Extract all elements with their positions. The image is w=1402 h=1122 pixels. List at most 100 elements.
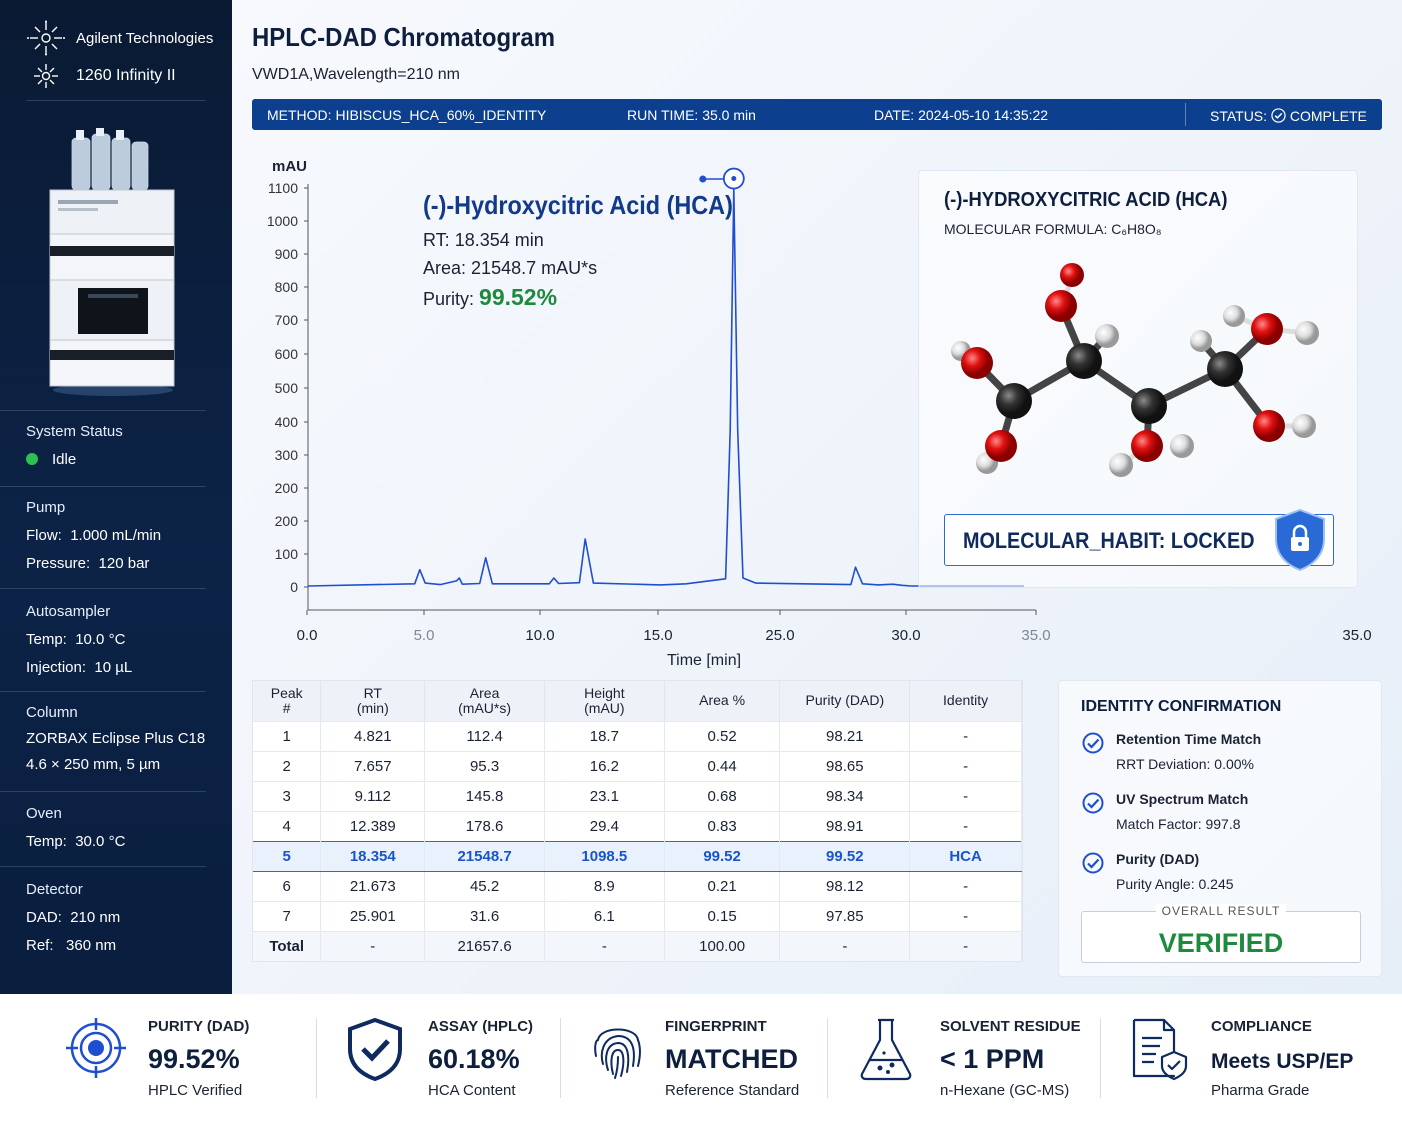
table-row[interactable]: 1 4.821 112.4 18.7 0.52 98.21- <box>253 720 1022 751</box>
table-cell: 5 <box>253 840 322 872</box>
brand-row: Agilent Technologies <box>26 20 213 56</box>
table-cell: - <box>909 720 1022 751</box>
pressure-label: Pressure: <box>26 555 91 572</box>
flow-value: 1.000 mL/min <box>70 527 162 544</box>
date-info: DATE: 2024-05-10 14:35:22 <box>874 107 1048 123</box>
divider <box>0 486 206 487</box>
flow-label: Flow: <box>26 527 62 544</box>
autosampler-section: Autosampler Temp: 10.0 °C Injection: 10 … <box>26 598 132 682</box>
table-row[interactable]: 6 21.673 45.2 8.9 0.21 98.12- <box>253 870 1022 901</box>
table-row[interactable]: 4 12.389 178.6 29.4 0.83 98.91- <box>253 810 1022 841</box>
table-cell: 0.44 <box>664 750 781 781</box>
chromatogram-trace <box>307 187 1024 587</box>
table-cell: 0.15 <box>664 900 781 931</box>
injection-value: 10 µL <box>94 659 133 676</box>
table-cell: 2 <box>253 750 322 781</box>
pump-title: Pump <box>26 499 66 516</box>
table-cell: 18.7 <box>544 720 665 751</box>
divider <box>26 100 206 101</box>
autosampler-temp-value: 10.0 °C <box>75 631 126 648</box>
y-tick-label: 600 <box>275 346 299 362</box>
table-cell: - <box>779 930 911 961</box>
table-header-cell: Identity <box>909 681 1022 721</box>
table-cell: 21657.6 <box>424 930 545 961</box>
table-row[interactable]: 5 18.354 21548.7 1098.5 99.52 99.52 HCA <box>253 840 1022 872</box>
table-cell: 98.21 <box>779 720 911 751</box>
identity-item-detail: Purity Angle: 0.245 <box>1116 876 1234 892</box>
identity-item-title: Purity (DAD) <box>1116 851 1200 867</box>
peak-purity-label: Purity: <box>423 289 475 309</box>
molecule-3d-model <box>951 263 1319 477</box>
molecule-formula: MOLECULAR FORMULA: C₆H8O₈ <box>944 221 1162 237</box>
table-cell: 3 <box>253 780 322 811</box>
table-cell: 21.673 <box>320 870 426 901</box>
overall-result-box: OVERALL RESULT VERIFIED <box>1081 904 1361 963</box>
x-tick-label: 35.0 <box>1021 627 1050 644</box>
table-cell: 8.9 <box>544 870 665 901</box>
table-cell: 1 <box>253 720 322 751</box>
peak-area-value: 21548.7 mAU*s <box>471 258 598 278</box>
y-tick-label: 1100 <box>268 180 298 196</box>
table-row[interactable]: Total -21657.6-100.00- - <box>253 930 1022 961</box>
table-cell: 45.2 <box>424 870 545 901</box>
identity-item-detail: Match Factor: 997.8 <box>1116 816 1241 832</box>
table-cell: 16.2 <box>544 750 665 781</box>
y-tick-label: 1000 <box>267 213 298 229</box>
footer-label: ASSAY (HPLC) <box>428 1018 534 1035</box>
method-info: METHOD: HIBISCUS_HCA_60%_IDENTITY <box>267 107 546 123</box>
table-cell: 4 <box>253 810 322 841</box>
pressure-value: 120 bar <box>98 555 150 572</box>
run-info-bar: METHOD: HIBISCUS_HCA_60%_IDENTITY RUN TI… <box>252 99 1382 130</box>
y-axis-label: mAU <box>272 158 307 175</box>
method-value: HIBISCUS_HCA_60%_IDENTITY <box>335 106 547 123</box>
peak-area: Area: 21548.7 mAU*s <box>423 258 597 279</box>
divider <box>0 588 206 589</box>
x-tick-label: 15.0 <box>643 627 672 644</box>
table-row[interactable]: 7 25.901 31.6 6.1 0.15 97.85- <box>253 900 1022 931</box>
status-value: COMPLETE <box>1289 107 1367 124</box>
check-circle-icon <box>1082 852 1104 874</box>
y-tick-label: 300 <box>275 447 299 463</box>
oven-temp-value: 30.0 °C <box>75 833 126 850</box>
model-row: 1260 Infinity II <box>26 62 176 90</box>
overall-result-label-text: OVERALL RESULT <box>1155 904 1287 918</box>
table-cell: - <box>320 930 426 961</box>
table-cell: 99.52 <box>664 840 781 872</box>
peak-leader-dot <box>699 175 707 183</box>
table-row[interactable]: 2 7.657 95.3 16.2 0.44 98.65- <box>253 750 1022 781</box>
y-tick-label: 200 <box>275 513 299 529</box>
footer-value: < 1 PPM <box>940 1044 1045 1074</box>
divider <box>0 410 206 411</box>
date-label: DATE: <box>874 106 915 123</box>
table-cell: 1098.5 <box>544 840 665 872</box>
table-cell: - <box>544 930 665 961</box>
table-cell: - <box>909 900 1022 931</box>
table-row[interactable]: 3 9.112 145.8 23.1 0.68 98.34- <box>253 780 1022 811</box>
divider <box>1185 103 1186 126</box>
system-status-label: System Status <box>26 423 123 440</box>
column-section: Column ZORBAX Eclipse Plus C18 4.6 × 250… <box>26 700 205 778</box>
table-cell: 6.1 <box>544 900 665 931</box>
check-circle-icon <box>1082 792 1104 814</box>
footer-label: SOLVENT RESIDUE <box>940 1018 1081 1035</box>
footer-sub: HPLC Verified <box>148 1082 243 1099</box>
footer-sub: Pharma Grade <box>1211 1082 1310 1099</box>
agilent-spark-logo-icon <box>27 20 65 56</box>
main-panel: HPLC-DAD Chromatogram VWD1A,Wavelength=2… <box>232 0 1402 994</box>
oven-title: Oven <box>26 805 62 822</box>
fingerprint-icon <box>594 1028 641 1079</box>
x-tick-label: 35.0 <box>1342 627 1371 644</box>
table-cell: - <box>909 810 1022 841</box>
table-cell: 31.6 <box>424 900 545 931</box>
footer-sub: n-Hexane (GC-MS) <box>940 1082 1070 1099</box>
overall-result-label: OVERALL RESULT <box>1082 904 1360 918</box>
runtime-value: 35.0 min <box>702 106 756 123</box>
footer-value: Meets USP/EP <box>1211 1050 1354 1073</box>
document-check-icon <box>1132 1018 1188 1081</box>
peak-rt-value: 18.354 min <box>454 230 544 250</box>
identity-title: IDENTITY CONFIRMATION <box>1081 698 1282 715</box>
formula-label: MOLECULAR FORMULA: <box>944 221 1108 237</box>
autosampler-temp-label: Temp: <box>26 631 67 648</box>
instrument-sidebar: Agilent Technologies 1260 Infinity II Sy… <box>0 0 232 994</box>
oven-temp-label: Temp: <box>26 833 67 850</box>
